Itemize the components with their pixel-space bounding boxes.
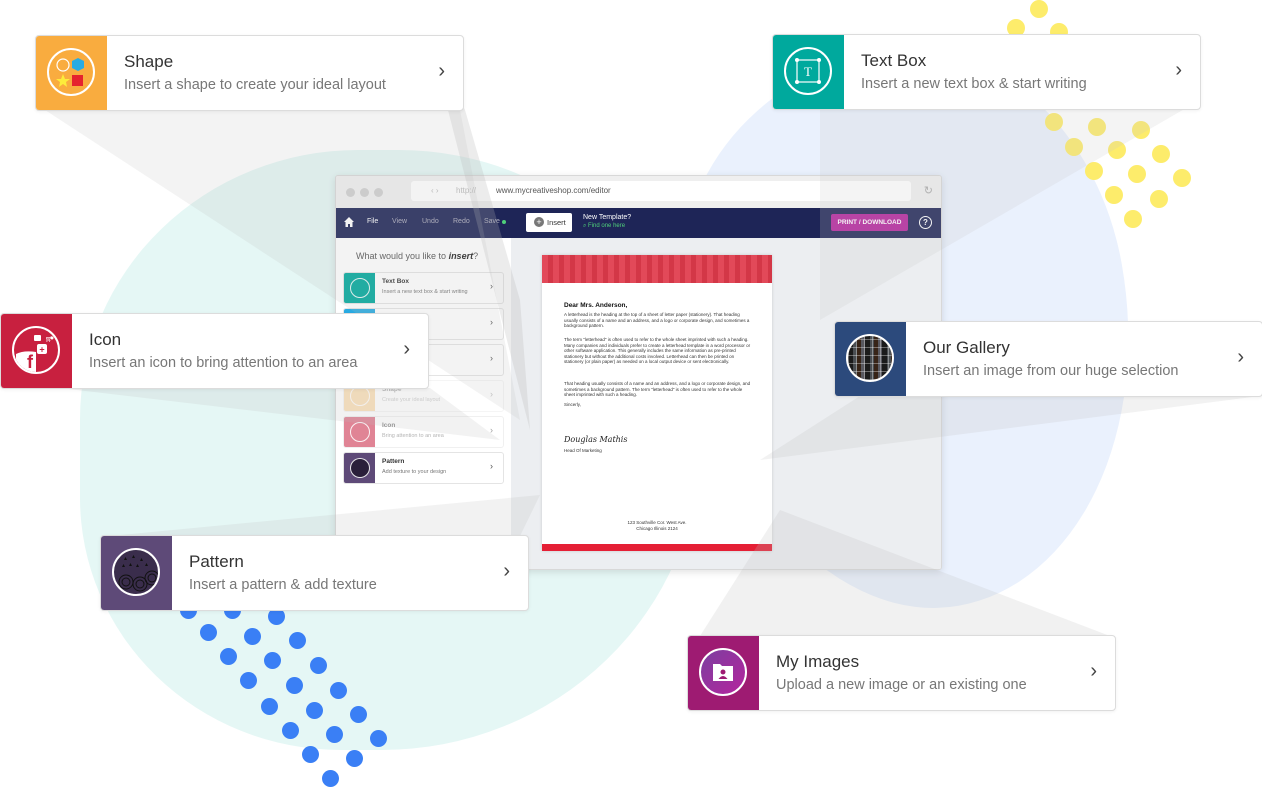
print-download-button[interactable]: PRINT / DOWNLOAD — [831, 214, 908, 231]
callout-subtitle: Insert a shape to create your ideal layo… — [124, 77, 386, 93]
sidebar-item-text-box[interactable]: Text Box Insert a new text box & start w… — [343, 272, 504, 304]
address-bar[interactable]: ‹ › http:// www.mycreativeshop.com/edito… — [411, 181, 911, 201]
menu-view[interactable]: View — [392, 218, 407, 225]
chevron-right-icon: › — [490, 461, 493, 471]
callout-text-box[interactable]: T Text Box Insert a new text box & start… — [772, 34, 1201, 110]
address-line: Chicago Illinois 2124 — [636, 525, 678, 531]
letterhead-footer-band — [542, 544, 772, 551]
callout-gallery[interactable]: Our Gallery Insert an image from our hug… — [834, 321, 1262, 397]
browser-bar: ‹ › http:// www.mycreativeshop.com/edito… — [336, 176, 941, 208]
letter-paragraph: That heading usually consists of a name … — [564, 381, 751, 397]
pattern-icon — [101, 536, 172, 610]
nav-arrows-icon[interactable]: ‹ › — [431, 181, 439, 201]
chevron-right-icon: › — [490, 425, 493, 435]
folder-user-icon — [688, 636, 759, 710]
chevron-right-icon: › — [490, 389, 493, 399]
pattern-icon — [344, 453, 375, 483]
gallery-icon — [835, 322, 906, 396]
letterhead-document[interactable]: Dear Mrs. Anderson, A letterhead is the … — [542, 255, 772, 551]
menu-file[interactable]: File — [367, 218, 378, 225]
save-status-dot — [502, 220, 506, 224]
insert-sidebar: What would you like to insert? Text Box … — [336, 238, 511, 569]
window-dot — [346, 188, 355, 197]
menu-save[interactable]: Save — [484, 218, 500, 225]
chevron-right-icon: › — [503, 560, 510, 582]
chevron-right-icon: › — [490, 317, 493, 327]
callout-title: Our Gallery — [923, 338, 1010, 357]
letterhead-header-image — [542, 255, 772, 283]
callout-title: Pattern — [189, 552, 244, 571]
text-box-icon — [344, 273, 375, 303]
home-icon[interactable] — [343, 216, 355, 228]
callout-shape[interactable]: Shape Insert a shape to create your idea… — [35, 35, 464, 111]
sidebar-item-title: Icon — [382, 422, 396, 429]
letter-greeting: Dear Mrs. Anderson, — [564, 302, 628, 309]
sidebar-item-subtitle: Add texture to your design — [382, 469, 447, 475]
sidebar-item-title: Pattern — [382, 458, 405, 465]
callout-subtitle: Insert a new text box & start writing — [861, 76, 1087, 92]
url-protocol: http:// — [456, 186, 477, 195]
url-text: www.mycreativeshop.com/editor — [496, 186, 611, 195]
callout-my-images[interactable]: My Images Upload a new image or an exist… — [687, 635, 1116, 711]
find-template-label: Find one here — [588, 223, 626, 229]
callout-title: Text Box — [861, 51, 927, 70]
sidebar-title-emph: insert — [448, 251, 474, 261]
chevron-right-icon: › — [490, 281, 493, 291]
callout-pattern[interactable]: Pattern Insert a pattern & add texture › — [100, 535, 529, 611]
new-template-label: New Template? — [583, 214, 632, 221]
search-icon: ⌕ — [583, 223, 587, 229]
callout-title: Icon — [89, 330, 122, 349]
chevron-right-icon: › — [403, 338, 410, 360]
menu-redo[interactable]: Redo — [453, 218, 470, 225]
social-icons-icon — [344, 417, 375, 447]
design-canvas: Dear Mrs. Anderson, A letterhead is the … — [511, 238, 941, 569]
sidebar-title: What would you like to insert? — [356, 251, 478, 261]
sidebar-item-pattern[interactable]: Pattern Add texture to your design › — [343, 452, 504, 484]
sidebar-item-title: Text Box — [382, 278, 409, 285]
sidebar-item-subtitle: Create your ideal layout — [382, 397, 441, 403]
letter-signature: Douglas Mathis — [564, 435, 628, 444]
callout-subtitle: Insert a pattern & add texture — [189, 577, 377, 593]
chevron-right-icon: › — [438, 60, 445, 82]
chevron-right-icon: › — [1090, 660, 1097, 682]
sidebar-item-subtitle: Insert a new text box & start writing — [382, 289, 468, 295]
letter-paragraph: The term "letterhead" is often used to r… — [564, 337, 751, 364]
menu-undo[interactable]: Undo — [422, 218, 439, 225]
sidebar-title-suffix: ? — [473, 251, 479, 261]
text-box-icon: T — [773, 35, 844, 109]
svg-text:T: T — [804, 64, 812, 79]
chevron-right-icon: › — [490, 353, 493, 363]
social-icons-icon: 🛒︎ + f — [1, 314, 72, 388]
chevron-right-icon: › — [1237, 346, 1244, 368]
letter-closing: Sincerly, — [564, 402, 581, 407]
svg-text:+: + — [39, 345, 44, 355]
sidebar-item-icon[interactable]: Icon Bring attention to an area › — [343, 416, 504, 448]
callout-title: My Images — [776, 652, 860, 671]
callout-title: Shape — [124, 52, 174, 71]
chevron-right-icon: › — [1175, 59, 1182, 81]
callout-subtitle: Upload a new image or an existing one — [776, 677, 1027, 693]
window-dot — [374, 188, 383, 197]
new-template-link[interactable]: New Template? ⌕ Find one here — [583, 214, 631, 230]
sidebar-title-prefix: What would you like to — [356, 251, 447, 261]
reload-icon[interactable]: ↻ — [924, 184, 933, 197]
insert-button[interactable]: + Insert — [526, 213, 572, 232]
editor-menubar: File View Undo Redo Save + Insert New Te… — [336, 208, 941, 238]
callout-subtitle: Insert an icon to bring attention to an … — [89, 355, 358, 371]
help-icon[interactable]: ? — [919, 216, 932, 229]
svg-text:f: f — [27, 352, 34, 372]
plus-icon: + — [534, 217, 544, 227]
letter-signer-title: Head Of Marketing — [564, 448, 602, 453]
callout-icon[interactable]: 🛒︎ + f Icon Insert an icon to bring atte… — [0, 313, 429, 389]
window-dot — [360, 188, 369, 197]
callout-subtitle: Insert an image from our huge selection — [923, 363, 1179, 379]
shapes-icon — [36, 36, 107, 110]
insert-label: Insert — [547, 218, 566, 227]
letter-paragraph: A letterhead is the heading at the top o… — [564, 312, 750, 328]
sidebar-item-subtitle: Bring attention to an area — [382, 433, 444, 439]
letter-address: 123 Southville Cor. West Ave. Chicago Il… — [542, 520, 772, 531]
